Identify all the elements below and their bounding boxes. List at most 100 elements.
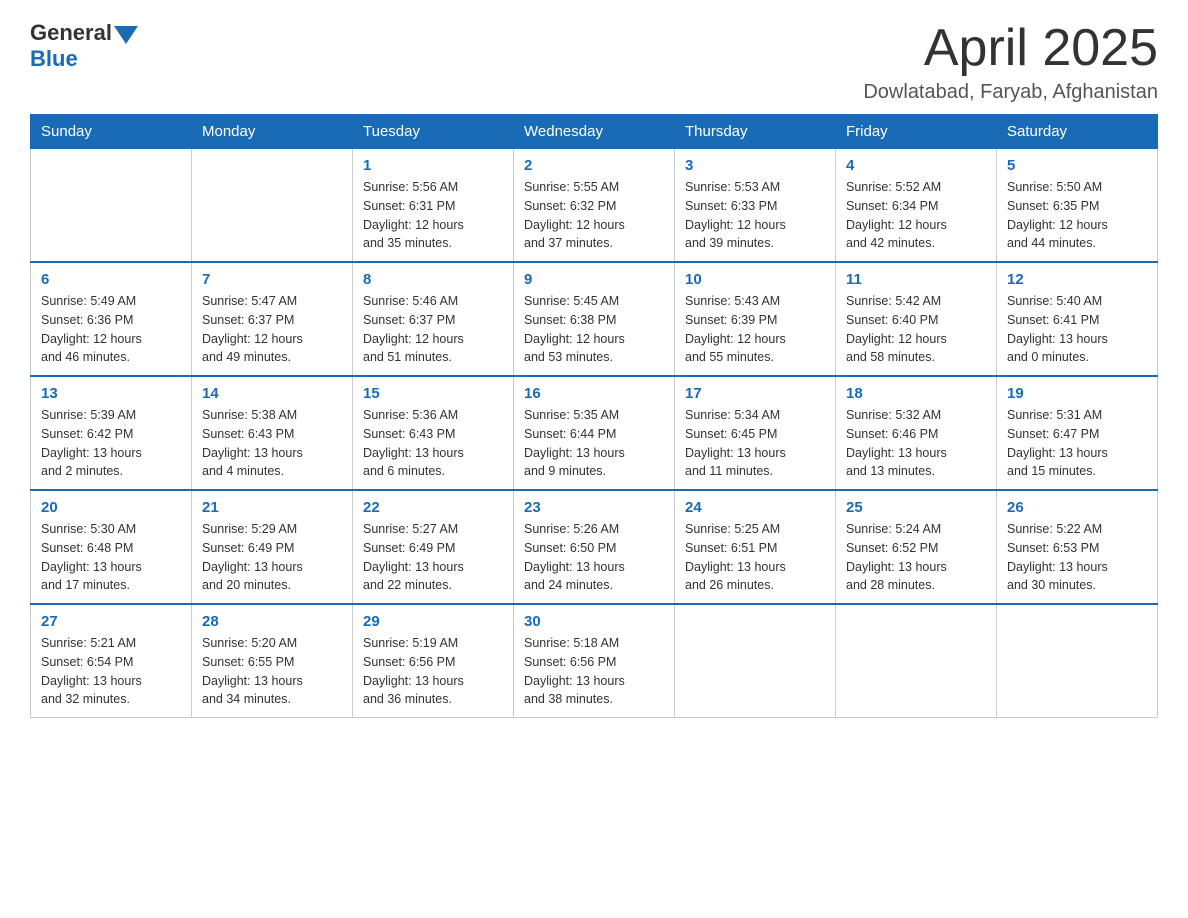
calendar-cell: 18Sunrise: 5:32 AM Sunset: 6:46 PM Dayli…: [836, 376, 997, 490]
calendar-week-row: 20Sunrise: 5:30 AM Sunset: 6:48 PM Dayli…: [31, 490, 1158, 604]
day-info: Sunrise: 5:38 AM Sunset: 6:43 PM Dayligh…: [202, 406, 342, 481]
calendar-week-row: 6 Sunrise: 5:49 AM Sunset: 6:36 PM Daylig…: [31, 262, 1158, 376]
day-info: Sunrise: 5:47 AM Sunset: 6:37 PM Dayligh…: [202, 292, 342, 367]
day-info: Sunrise: 5:49 AM Sunset: 6:36 PM Dayligh…: [41, 292, 181, 367]
day-number: 21: [202, 499, 342, 516]
day-info: Sunrise: 5:19 AM Sunset: 6:56 PM Dayligh…: [363, 634, 503, 709]
day-number: 2: [524, 157, 664, 174]
calendar-cell: 26Sunrise: 5:22 AM Sunset: 6:53 PM Dayli…: [997, 490, 1158, 604]
calendar-cell: 8 Sunrise: 5:46 AM Sunset: 6:37 PM Daylig…: [353, 262, 514, 376]
day-number: 10: [685, 271, 825, 288]
calendar-day-header: Monday: [192, 115, 353, 149]
day-number: 29: [363, 613, 503, 630]
calendar-week-row: 27 Sunrise: 5:21 AM Sunset: 6:54 PM Dayli…: [31, 604, 1158, 718]
day-info: Sunrise: 5:50 AM Sunset: 6:35 PM Dayligh…: [1007, 178, 1147, 253]
day-info: Sunrise: 5:35 AM Sunset: 6:44 PM Dayligh…: [524, 406, 664, 481]
day-number: 25: [846, 499, 986, 516]
day-info: Sunrise: 5:27 AM Sunset: 6:49 PM Dayligh…: [363, 520, 503, 595]
day-info: Sunrise: 5:56 AM Sunset: 6:31 PM Dayligh…: [363, 178, 503, 253]
day-number: 15: [363, 385, 503, 402]
logo: General Blue: [30, 20, 138, 72]
calendar-cell: 22Sunrise: 5:27 AM Sunset: 6:49 PM Dayli…: [353, 490, 514, 604]
day-number: 5: [1007, 157, 1147, 174]
calendar-header-row: SundayMondayTuesdayWednesdayThursdayFrid…: [31, 115, 1158, 149]
day-info: Sunrise: 5:46 AM Sunset: 6:37 PM Dayligh…: [363, 292, 503, 367]
day-info: Sunrise: 5:30 AM Sunset: 6:48 PM Dayligh…: [41, 520, 181, 595]
day-number: 14: [202, 385, 342, 402]
calendar-cell: 29 Sunrise: 5:19 AM Sunset: 6:56 PM Dayli…: [353, 604, 514, 718]
calendar-cell: [31, 149, 192, 263]
calendar-cell: 1 Sunrise: 5:56 AM Sunset: 6:31 PM Daylig…: [353, 149, 514, 263]
page-header: General Blue April 2025 Dowlatabad, Fary…: [30, 20, 1158, 104]
calendar-cell: 12 Sunrise: 5:40 AM Sunset: 6:41 PM Dayli…: [997, 262, 1158, 376]
calendar-cell: 5 Sunrise: 5:50 AM Sunset: 6:35 PM Daylig…: [997, 149, 1158, 263]
calendar-cell: 23 Sunrise: 5:26 AM Sunset: 6:50 PM Dayli…: [514, 490, 675, 604]
calendar-cell: 15 Sunrise: 5:36 AM Sunset: 6:43 PM Dayli…: [353, 376, 514, 490]
calendar-day-header: Tuesday: [353, 115, 514, 149]
calendar-cell: 25 Sunrise: 5:24 AM Sunset: 6:52 PM Dayli…: [836, 490, 997, 604]
day-info: Sunrise: 5:45 AM Sunset: 6:38 PM Dayligh…: [524, 292, 664, 367]
calendar-cell: [997, 604, 1158, 718]
day-info: Sunrise: 5:25 AM Sunset: 6:51 PM Dayligh…: [685, 520, 825, 595]
calendar-cell: 28 Sunrise: 5:20 AM Sunset: 6:55 PM Dayli…: [192, 604, 353, 718]
day-info: Sunrise: 5:52 AM Sunset: 6:34 PM Dayligh…: [846, 178, 986, 253]
title-section: April 2025 Dowlatabad, Faryab, Afghanist…: [863, 20, 1158, 104]
day-info: Sunrise: 5:39 AM Sunset: 6:42 PM Dayligh…: [41, 406, 181, 481]
day-info: Sunrise: 5:29 AM Sunset: 6:49 PM Dayligh…: [202, 520, 342, 595]
day-number: 8: [363, 271, 503, 288]
calendar-cell: 30Sunrise: 5:18 AM Sunset: 6:56 PM Dayli…: [514, 604, 675, 718]
day-number: 28: [202, 613, 342, 630]
day-number: 23: [524, 499, 664, 516]
day-number: 1: [363, 157, 503, 174]
logo-triangle-icon: [114, 26, 138, 44]
day-info: Sunrise: 5:26 AM Sunset: 6:50 PM Dayligh…: [524, 520, 664, 595]
day-info: Sunrise: 5:55 AM Sunset: 6:32 PM Dayligh…: [524, 178, 664, 253]
calendar-cell: 2 Sunrise: 5:55 AM Sunset: 6:32 PM Daylig…: [514, 149, 675, 263]
day-number: 9: [524, 271, 664, 288]
day-number: 4: [846, 157, 986, 174]
day-number: 26: [1007, 499, 1147, 516]
day-info: Sunrise: 5:24 AM Sunset: 6:52 PM Dayligh…: [846, 520, 986, 595]
day-number: 7: [202, 271, 342, 288]
calendar-cell: 16 Sunrise: 5:35 AM Sunset: 6:44 PM Dayli…: [514, 376, 675, 490]
day-number: 6: [41, 271, 181, 288]
calendar-table: SundayMondayTuesdayWednesdayThursdayFrid…: [30, 114, 1158, 718]
day-info: Sunrise: 5:20 AM Sunset: 6:55 PM Dayligh…: [202, 634, 342, 709]
calendar-cell: 19 Sunrise: 5:31 AM Sunset: 6:47 PM Dayli…: [997, 376, 1158, 490]
calendar-cell: 20Sunrise: 5:30 AM Sunset: 6:48 PM Dayli…: [31, 490, 192, 604]
calendar-cell: 11Sunrise: 5:42 AM Sunset: 6:40 PM Dayli…: [836, 262, 997, 376]
day-number: 3: [685, 157, 825, 174]
day-info: Sunrise: 5:36 AM Sunset: 6:43 PM Dayligh…: [363, 406, 503, 481]
calendar-cell: 21 Sunrise: 5:29 AM Sunset: 6:49 PM Dayli…: [192, 490, 353, 604]
day-info: Sunrise: 5:32 AM Sunset: 6:46 PM Dayligh…: [846, 406, 986, 481]
calendar-cell: 3Sunrise: 5:53 AM Sunset: 6:33 PM Daylig…: [675, 149, 836, 263]
calendar-cell: [675, 604, 836, 718]
day-info: Sunrise: 5:31 AM Sunset: 6:47 PM Dayligh…: [1007, 406, 1147, 481]
location-label: Dowlatabad, Faryab, Afghanistan: [863, 81, 1158, 104]
day-info: Sunrise: 5:21 AM Sunset: 6:54 PM Dayligh…: [41, 634, 181, 709]
calendar-cell: 27 Sunrise: 5:21 AM Sunset: 6:54 PM Dayli…: [31, 604, 192, 718]
month-title: April 2025: [863, 20, 1158, 77]
day-number: 27: [41, 613, 181, 630]
logo-blue-text: Blue: [30, 46, 78, 72]
calendar-day-header: Sunday: [31, 115, 192, 149]
day-number: 16: [524, 385, 664, 402]
calendar-cell: 6 Sunrise: 5:49 AM Sunset: 6:36 PM Daylig…: [31, 262, 192, 376]
calendar-week-row: 1 Sunrise: 5:56 AM Sunset: 6:31 PM Daylig…: [31, 149, 1158, 263]
calendar-day-header: Friday: [836, 115, 997, 149]
calendar-cell: 10 Sunrise: 5:43 AM Sunset: 6:39 PM Dayli…: [675, 262, 836, 376]
day-number: 12: [1007, 271, 1147, 288]
day-number: 13: [41, 385, 181, 402]
day-number: 17: [685, 385, 825, 402]
day-number: 30: [524, 613, 664, 630]
calendar-day-header: Thursday: [675, 115, 836, 149]
day-info: Sunrise: 5:40 AM Sunset: 6:41 PM Dayligh…: [1007, 292, 1147, 367]
day-info: Sunrise: 5:43 AM Sunset: 6:39 PM Dayligh…: [685, 292, 825, 367]
calendar-cell: 17Sunrise: 5:34 AM Sunset: 6:45 PM Dayli…: [675, 376, 836, 490]
calendar-day-header: Saturday: [997, 115, 1158, 149]
calendar-cell: 24 Sunrise: 5:25 AM Sunset: 6:51 PM Dayli…: [675, 490, 836, 604]
calendar-cell: [192, 149, 353, 263]
day-number: 19: [1007, 385, 1147, 402]
calendar-cell: [836, 604, 997, 718]
day-number: 24: [685, 499, 825, 516]
